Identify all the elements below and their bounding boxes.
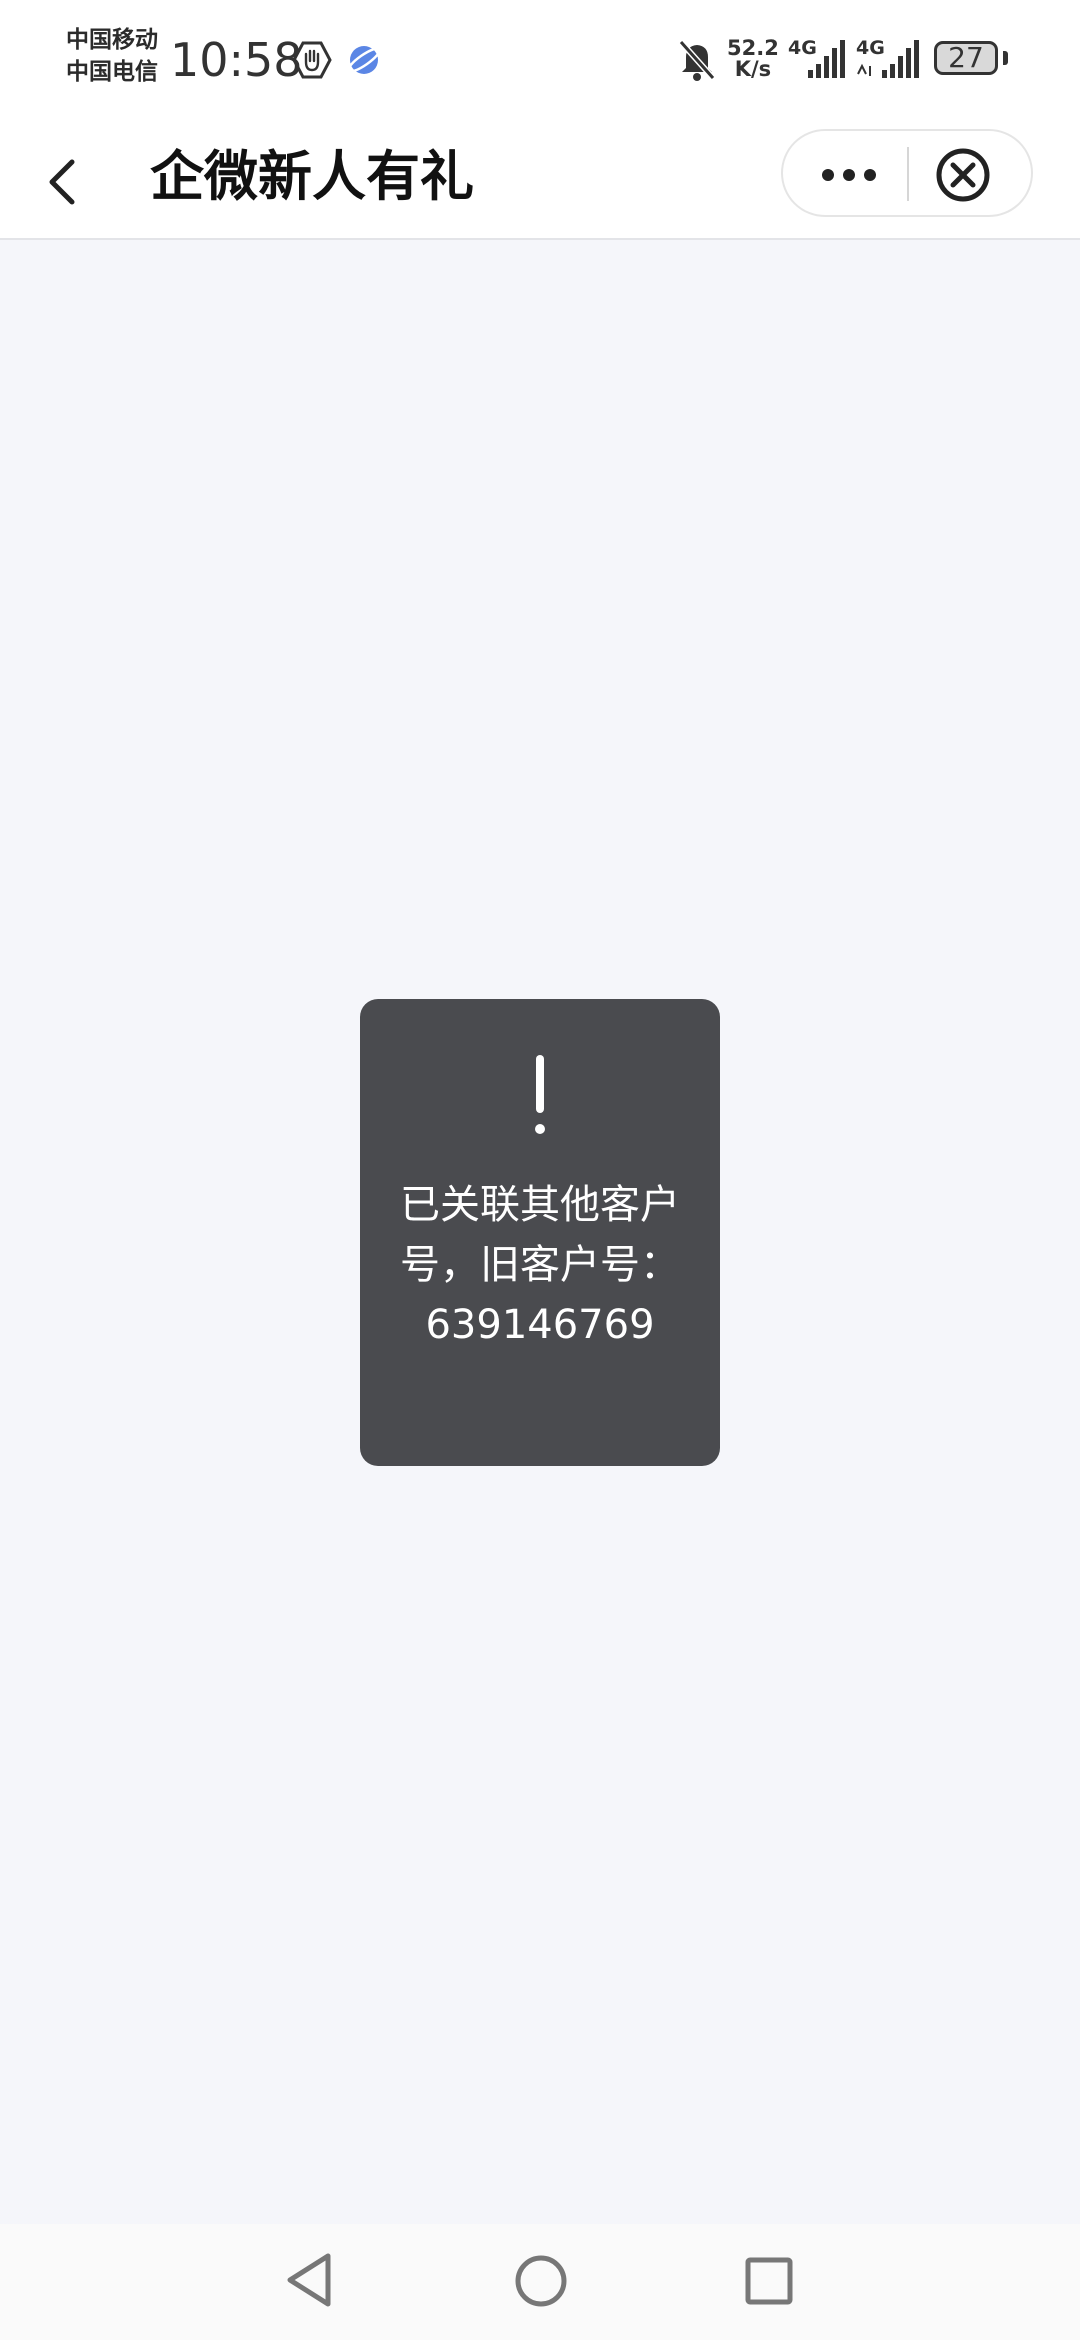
circle-home-icon[interactable] <box>514 2254 568 2308</box>
more-button[interactable] <box>783 131 907 215</box>
close-circle-icon <box>936 148 990 202</box>
network-speed: 52.2 K/s <box>727 38 779 80</box>
planet-app-icon <box>346 46 382 74</box>
network-speed-value: 52.2 <box>727 36 779 60</box>
signal-bars-icon: 4G <box>856 37 919 78</box>
capsule-menu <box>781 129 1033 217</box>
carrier-1: 中国移动 <box>66 27 158 53</box>
hand-hexagon-icon <box>292 41 332 79</box>
system-navigation-bar <box>0 2224 1080 2340</box>
status-bar: 中国移动 中国电信 10:58 52.2 K/s 4G 4G 27 <box>0 0 1080 120</box>
square-recents-icon[interactable] <box>744 2256 794 2306</box>
back-button[interactable] <box>30 140 100 220</box>
battery-level: 27 <box>948 41 984 74</box>
signal-bars-icon: 4G <box>788 37 845 78</box>
exclamation-icon <box>535 1055 545 1134</box>
signal-1-label: 4G <box>788 37 817 59</box>
status-time: 10:58 <box>170 33 303 87</box>
nav-bar: 企微新人有礼 <box>0 120 1080 240</box>
carrier-info: 中国移动 中国电信 <box>66 24 158 88</box>
battery-cap <box>1003 51 1008 65</box>
bell-muted-icon <box>678 40 716 81</box>
carrier-2: 中国电信 <box>66 59 158 85</box>
triangle-back-icon[interactable] <box>284 2252 334 2308</box>
page-title: 企微新人有礼 <box>150 145 474 208</box>
battery-icon: 27 <box>934 41 998 75</box>
signal-2-label: 4G <box>856 37 885 59</box>
toast: 已关联其他客户号，旧客户号：639146769 <box>360 999 720 1466</box>
close-button[interactable] <box>909 131 1033 215</box>
network-speed-unit: K/s <box>734 57 772 81</box>
more-dots-icon <box>822 169 876 181</box>
chevron-left-icon <box>49 159 75 205</box>
toast-message: 已关联其他客户号，旧客户号：639146769 <box>400 1182 680 1348</box>
